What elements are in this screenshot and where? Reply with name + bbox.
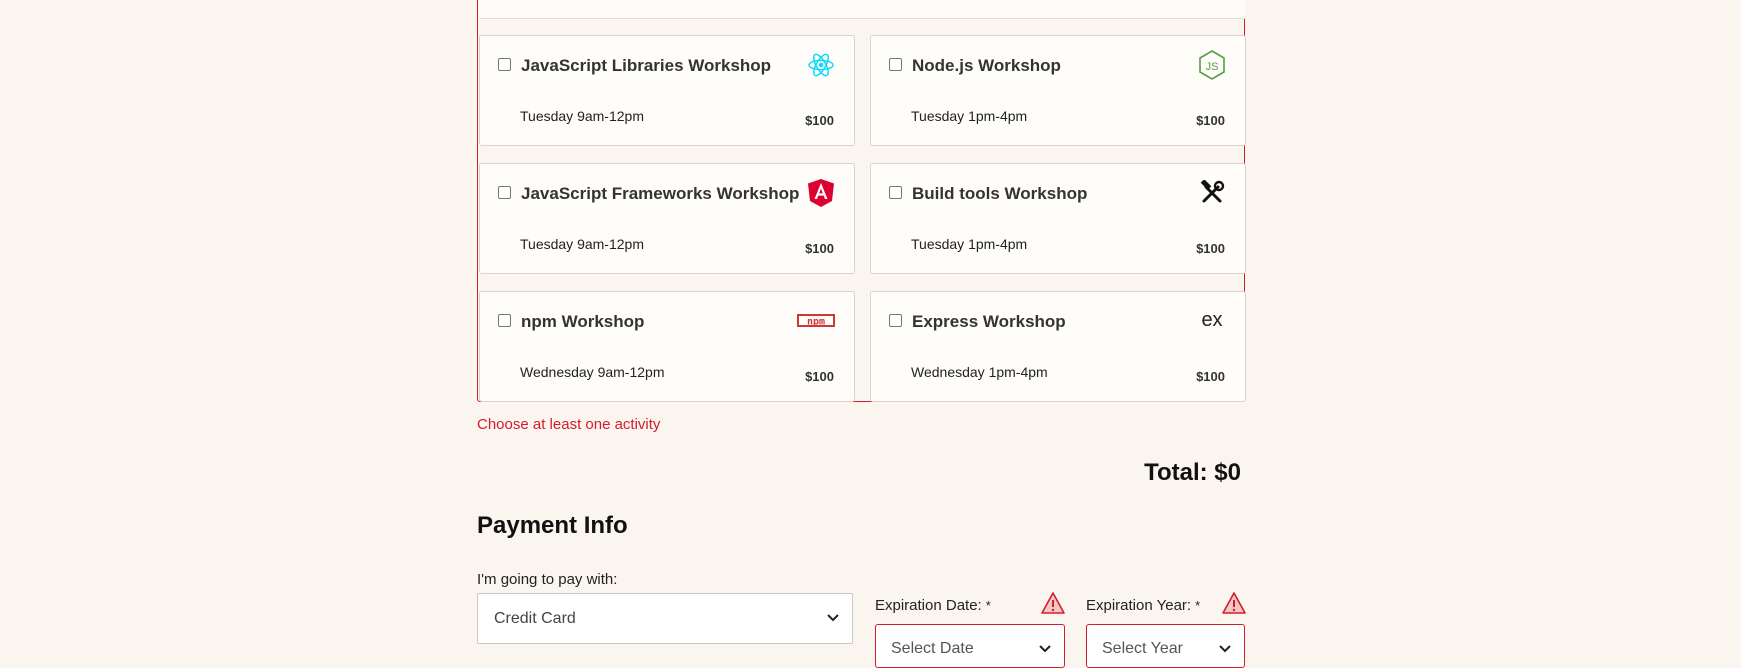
activity-checkbox[interactable] [498, 314, 511, 327]
required-mark: * [985, 598, 991, 613]
activity-checkbox[interactable] [498, 186, 511, 199]
activity-name: JavaScript Frameworks Workshop [521, 184, 800, 203]
activity-name: Node.js Workshop [912, 56, 1061, 75]
svg-text:npm: npm [807, 317, 825, 328]
activity-name: Express Workshop [912, 312, 1066, 331]
activity-name: npm Workshop [521, 312, 645, 331]
angular-icon [806, 178, 836, 208]
activity-card-js-libraries[interactable]: JavaScript Libraries Workshop Tuesday 9a… [479, 35, 855, 146]
activities-fieldset: JavaScript Libraries Workshop Tuesday 9a… [477, 0, 1246, 402]
activity-time: Wednesday 1pm-4pm [911, 364, 1048, 380]
express-icon: ex [1197, 306, 1227, 336]
expiration-year-select[interactable]: Select Year [1086, 624, 1245, 668]
activities-header-strip [479, 0, 1245, 19]
chevron-down-icon [1219, 645, 1231, 653]
payment-method-select[interactable]: Credit Card [477, 593, 853, 644]
expiration-date-label-text: Expiration Date: [875, 597, 982, 614]
activities-error-message: Choose at least one activity [477, 416, 661, 433]
activity-price: $100 [805, 113, 834, 128]
activity-checkbox[interactable] [889, 314, 902, 327]
activity-checkbox[interactable] [889, 186, 902, 199]
activity-time: Tuesday 1pm-4pm [911, 236, 1028, 252]
required-mark: * [1195, 598, 1201, 613]
payment-method-value: Credit Card [494, 610, 576, 627]
react-icon [806, 50, 836, 80]
activity-time: Tuesday 1pm-4pm [911, 108, 1028, 124]
activity-checkbox[interactable] [498, 58, 511, 71]
expiration-year-placeholder: Select Year [1102, 640, 1183, 657]
activity-time: Tuesday 9am-12pm [520, 108, 644, 124]
activity-name: JavaScript Libraries Workshop [521, 56, 772, 75]
activity-price: $100 [805, 369, 834, 384]
expiration-year-label-text: Expiration Year: [1086, 597, 1192, 614]
payment-section-title: Payment Info [477, 512, 628, 539]
activity-card-js-frameworks[interactable]: JavaScript Frameworks Workshop Tuesday 9… [479, 163, 855, 274]
svg-text:ex: ex [1201, 309, 1222, 331]
warning-icon [1041, 592, 1065, 614]
chevron-down-icon [827, 614, 839, 622]
warning-icon [1222, 592, 1246, 614]
activity-checkbox[interactable] [889, 58, 902, 71]
activity-card-build-tools[interactable]: Build tools Workshop Tuesday 1pm-4pm $10… [870, 163, 1246, 274]
expiration-date-label: Expiration Date: * [875, 597, 991, 614]
payment-method-label: I'm going to pay with: [477, 571, 618, 588]
activity-card-npm[interactable]: npm Workshop npm Wednesday 9am-12pm $100 [479, 291, 855, 402]
npm-icon: npm [796, 306, 836, 336]
activity-price: $100 [805, 241, 834, 256]
activity-name: Build tools Workshop [912, 184, 1088, 203]
activity-card-nodejs[interactable]: Node.js Workshop JS Tuesday 1pm-4pm $100 [870, 35, 1246, 146]
activity-price: $100 [1196, 369, 1225, 384]
nodejs-icon: JS [1197, 50, 1227, 80]
activity-price: $100 [1196, 241, 1225, 256]
activity-card-express[interactable]: Express Workshop ex Wednesday 1pm-4pm $1… [870, 291, 1246, 402]
chevron-down-icon [1039, 645, 1051, 653]
expiration-date-placeholder: Select Date [891, 640, 974, 657]
tools-icon [1197, 178, 1227, 208]
expiration-date-select[interactable]: Select Date [875, 624, 1065, 668]
activity-time: Tuesday 9am-12pm [520, 236, 644, 252]
expiration-year-label: Expiration Year: * [1086, 597, 1200, 614]
svg-text:JS: JS [1206, 61, 1219, 73]
activities-total: Total: $0 [1144, 459, 1241, 486]
activity-price: $100 [1196, 113, 1225, 128]
activity-time: Wednesday 9am-12pm [520, 364, 665, 380]
